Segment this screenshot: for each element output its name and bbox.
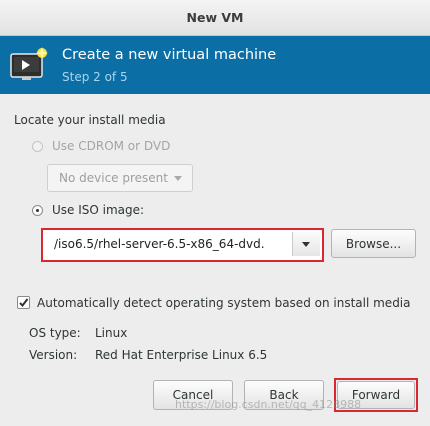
watermark: https://blog.csdn.net/qq_4128988 [175,398,362,411]
checkmark-icon [19,298,29,308]
browse-button-label: Browse... [345,236,402,251]
iso-radio[interactable] [32,205,43,216]
wizard-header: Create a new virtual machine Step 2 of 5 [0,36,430,94]
iso-path-input[interactable]: /iso6.5/rhel-server-6.5-x86_64-dvd. [46,232,291,256]
install-media-label: Locate your install media [14,113,166,127]
os-version-value: Red Hat Enterprise Linux 6.5 [95,348,268,362]
auto-detect-checkbox[interactable] [17,296,30,309]
window-title: New VM [186,10,244,25]
cdrom-radio-label: Use CDROM or DVD [52,139,171,153]
os-type-value: Linux [95,326,128,340]
iso-path-dropdown-button[interactable] [292,232,320,256]
os-version-label: Version: [29,348,78,362]
iso-radio-label: Use ISO image: [52,203,145,217]
virtual-machine-monitor-icon [10,47,48,80]
wizard-step: Step 2 of 5 [62,70,128,84]
window-titlebar: New VM [0,0,430,36]
device-select[interactable]: No device present [47,164,193,192]
auto-detect-label: Automatically detect operating system ba… [37,296,411,310]
chevron-down-icon [174,176,182,181]
wizard-title: Create a new virtual machine [62,47,277,63]
browse-button[interactable]: Browse... [331,229,416,258]
os-type-label: OS type: [29,326,81,340]
device-select-value: No device present [59,171,168,185]
chevron-down-icon [302,242,310,247]
cdrom-radio[interactable] [32,141,43,152]
